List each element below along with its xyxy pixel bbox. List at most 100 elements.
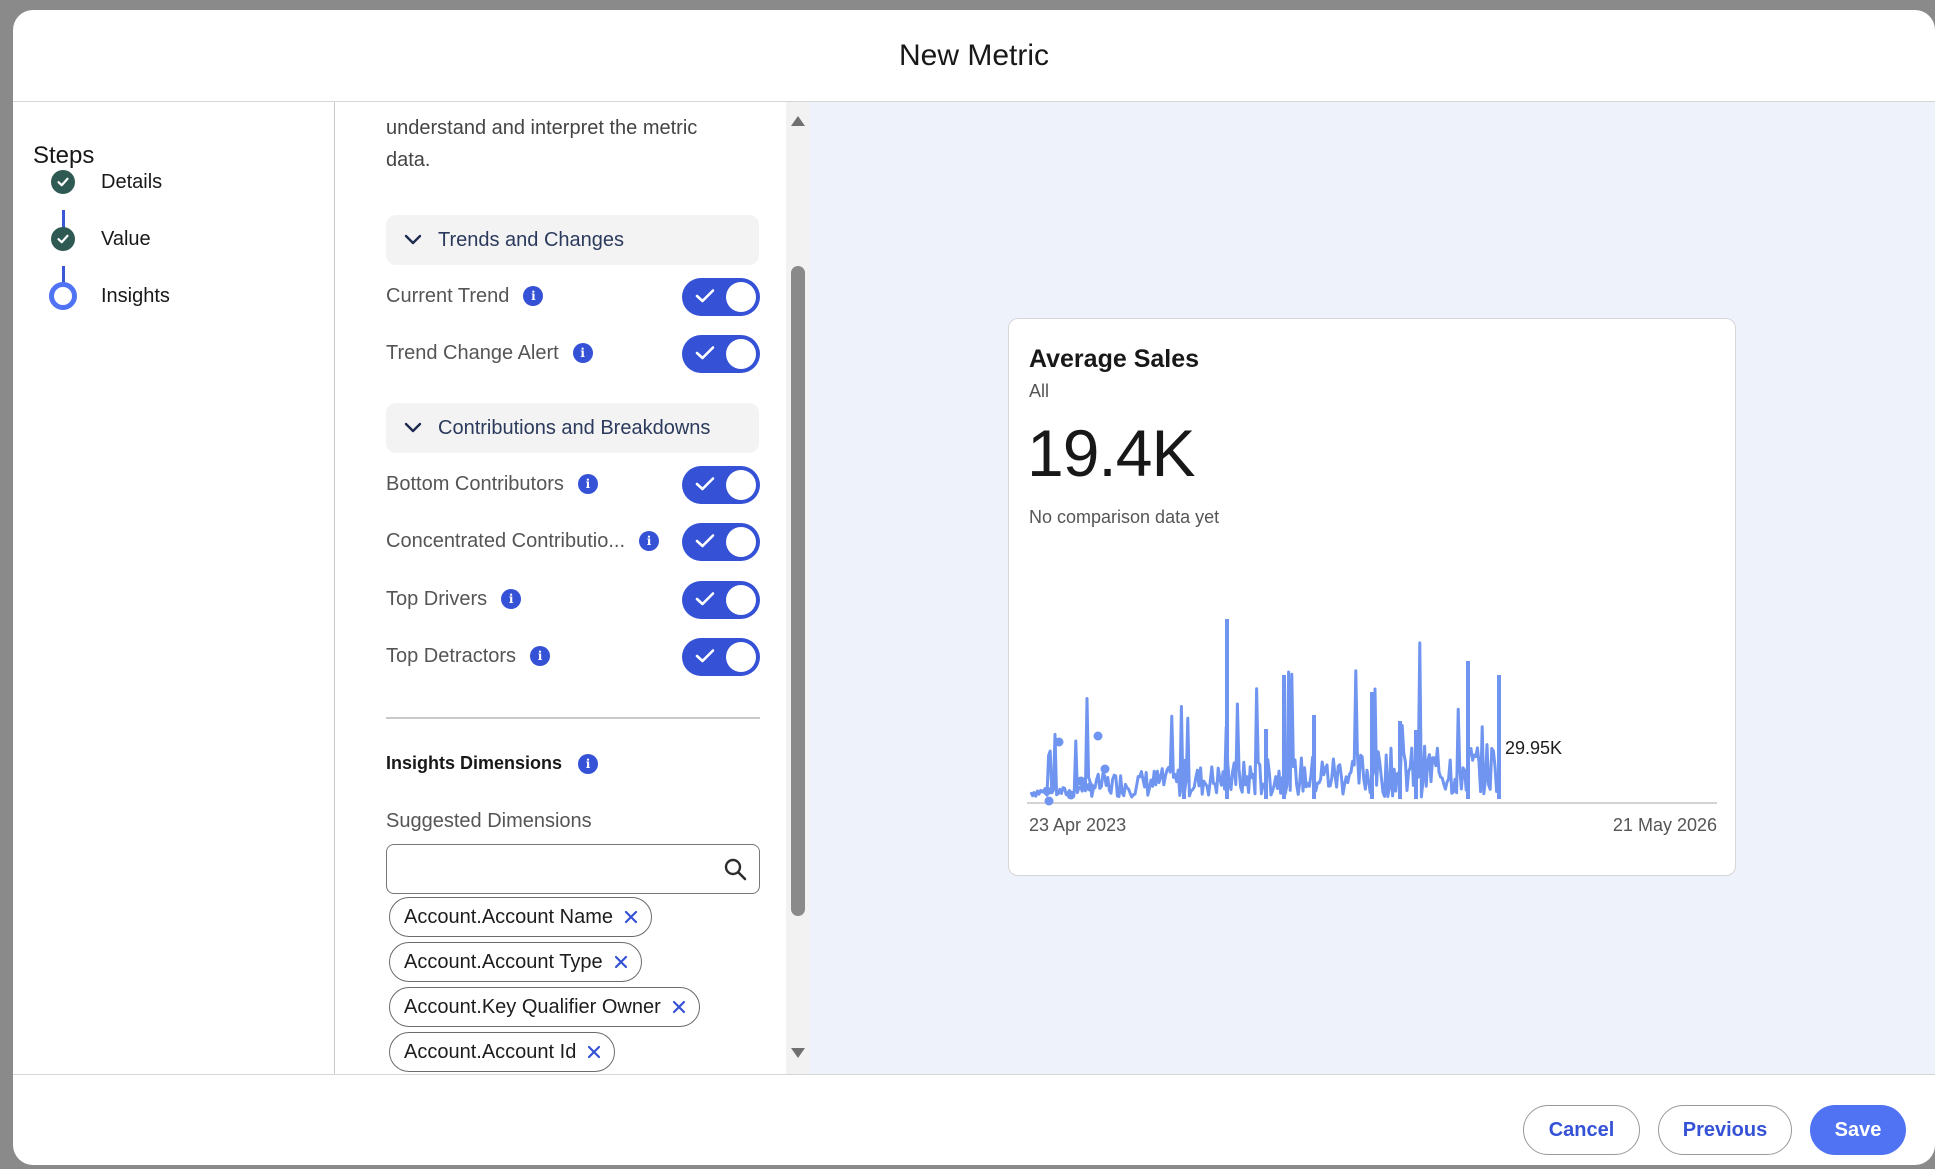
- series-point: [1044, 796, 1054, 806]
- concentrated-contributions-toggle[interactable]: [682, 523, 760, 561]
- check-icon: [695, 346, 715, 360]
- scroll-thumb[interactable]: [791, 266, 805, 916]
- toggle-label: Top Detractors: [386, 644, 517, 667]
- toggle-label: Current Trend: [386, 284, 510, 307]
- info-icon[interactable]: i: [501, 589, 522, 609]
- top-detractors-toggle[interactable]: [682, 638, 760, 676]
- pill-label: Account.Account Type: [404, 950, 603, 973]
- steps-title: Steps: [33, 142, 95, 169]
- remove-pill-close-icon[interactable]: [586, 1044, 602, 1060]
- modal-header: New Metric: [13, 10, 1935, 102]
- toggle-label: Concentrated Contributio...: [386, 529, 626, 552]
- section-title: Trends and Changes: [438, 228, 625, 251]
- bottom-contributors-toggle[interactable]: [682, 466, 760, 504]
- info-icon[interactable]: i: [572, 343, 593, 363]
- series-point: [1066, 790, 1076, 800]
- series-point: [1042, 786, 1052, 796]
- chevron-down-icon: [402, 229, 424, 251]
- top-drivers-toggle[interactable]: [682, 581, 760, 619]
- dimension-search-box: [386, 844, 760, 894]
- search-icon[interactable]: [723, 857, 747, 886]
- toggle-label: Bottom Contributors: [386, 472, 564, 495]
- settings-scrollbar[interactable]: [786, 102, 810, 1074]
- check-icon: [51, 170, 75, 194]
- dimension-pill[interactable]: Account.Account Type: [389, 942, 642, 982]
- insights-dimensions-title: Insights Dimensions i: [386, 753, 599, 774]
- trend-change-alert-toggle[interactable]: [682, 335, 760, 373]
- info-icon[interactable]: i: [578, 753, 599, 774]
- last-value-label: 29.95K: [1505, 738, 1562, 758]
- toggle-label: Top Drivers: [386, 587, 488, 610]
- section-trends-and-changes[interactable]: Trends and Changes: [386, 215, 759, 265]
- insights-settings-panel: understand and interpret the metric data…: [336, 102, 809, 1074]
- modal-footer: Cancel Previous Save: [13, 1074, 1935, 1165]
- sales-sparkline-chart: 29.95K: [1027, 619, 1717, 806]
- step-insights[interactable]: Insights: [49, 282, 170, 310]
- metric-value: 19.4K: [1027, 416, 1195, 490]
- toggle-row-top-drivers: Top Drivers i: [386, 579, 760, 619]
- series-point: [1054, 737, 1064, 747]
- step-value[interactable]: Value: [51, 227, 151, 251]
- suggested-dimensions-label: Suggested Dimensions: [386, 810, 592, 832]
- insights-dimensions-label: Insights Dimensions: [386, 753, 563, 773]
- scroll-up-arrow-icon[interactable]: [790, 114, 806, 132]
- chevron-down-icon: [402, 417, 424, 439]
- series-point: [1093, 731, 1103, 741]
- dimension-pill[interactable]: Account.Key Qualifier Owner: [389, 987, 700, 1027]
- toggle-row-bottom-contributors: Bottom Contributors i: [386, 464, 760, 504]
- toggle-knob: [726, 585, 756, 615]
- metric-title: Average Sales: [1029, 345, 1200, 373]
- scroll-down-arrow-icon[interactable]: [790, 1046, 806, 1064]
- save-button[interactable]: Save: [1810, 1105, 1906, 1155]
- remove-pill-close-icon[interactable]: [613, 954, 629, 970]
- x-axis-start-label: 23 Apr 2023: [1029, 815, 1127, 835]
- toggle-knob: [726, 339, 756, 369]
- pill-label: Account.Key Qualifier Owner: [404, 995, 661, 1018]
- toggle-label: Trend Change Alert: [386, 341, 559, 364]
- pill-label: Account.Account Name: [404, 905, 613, 928]
- step-label: Value: [101, 227, 151, 250]
- toggle-knob: [726, 470, 756, 500]
- x-axis-end-label: 21 May 2026: [1612, 815, 1717, 835]
- section-title: Contributions and Breakdowns: [438, 416, 711, 439]
- step-label: Details: [101, 170, 163, 193]
- info-icon[interactable]: i: [639, 531, 660, 551]
- check-icon: [695, 534, 715, 548]
- toggle-knob: [726, 282, 756, 312]
- pill-label: Account.Account Id: [404, 1040, 577, 1063]
- toggle-row-top-detractors: Top Detractors i: [386, 636, 760, 676]
- metric-preview-card: Average Sales All 19.4K No comparison da…: [1008, 318, 1736, 876]
- comparison-note: No comparison data yet: [1029, 507, 1220, 527]
- metric-subtitle: All: [1029, 381, 1050, 401]
- step-label: Insights: [101, 284, 170, 307]
- current-step-icon: [49, 282, 77, 310]
- info-icon[interactable]: i: [577, 474, 598, 494]
- steps-sidebar: Steps Details Value Insights: [13, 102, 335, 1074]
- toggle-row-concentrated-contributions: Concentrated Contributio... i: [386, 521, 760, 561]
- info-icon[interactable]: i: [530, 646, 551, 666]
- remove-pill-close-icon[interactable]: [671, 999, 687, 1015]
- dimension-pill[interactable]: Account.Account Id: [389, 1032, 616, 1072]
- section-contributions-and-breakdowns[interactable]: Contributions and Breakdowns: [386, 403, 759, 453]
- toggle-row-trend-change-alert: Trend Change Alert i: [386, 333, 760, 373]
- series-point: [1085, 782, 1095, 792]
- dimension-pill[interactable]: Account.Account Name: [389, 897, 652, 937]
- check-icon: [695, 592, 715, 606]
- series-point: [1076, 776, 1086, 786]
- toggle-knob: [726, 527, 756, 557]
- current-trend-toggle[interactable]: [682, 278, 760, 316]
- remove-pill-close-icon[interactable]: [623, 909, 639, 925]
- metric-preview-area: Average Sales All 19.4K No comparison da…: [810, 102, 1935, 1074]
- series-point: [1100, 764, 1110, 774]
- check-icon: [695, 649, 715, 663]
- previous-button[interactable]: Previous: [1658, 1105, 1792, 1155]
- step-details[interactable]: Details: [51, 170, 162, 194]
- toggle-knob: [726, 642, 756, 672]
- modal-title: New Metric: [898, 38, 1049, 72]
- dimension-search-input[interactable]: [399, 845, 719, 891]
- info-icon[interactable]: i: [523, 286, 544, 306]
- cancel-button[interactable]: Cancel: [1523, 1105, 1640, 1155]
- divider: [386, 717, 760, 719]
- section-description: understand and interpret the metric data…: [386, 117, 698, 171]
- new-metric-modal: New Metric Steps Details Value Insights …: [13, 10, 1935, 1165]
